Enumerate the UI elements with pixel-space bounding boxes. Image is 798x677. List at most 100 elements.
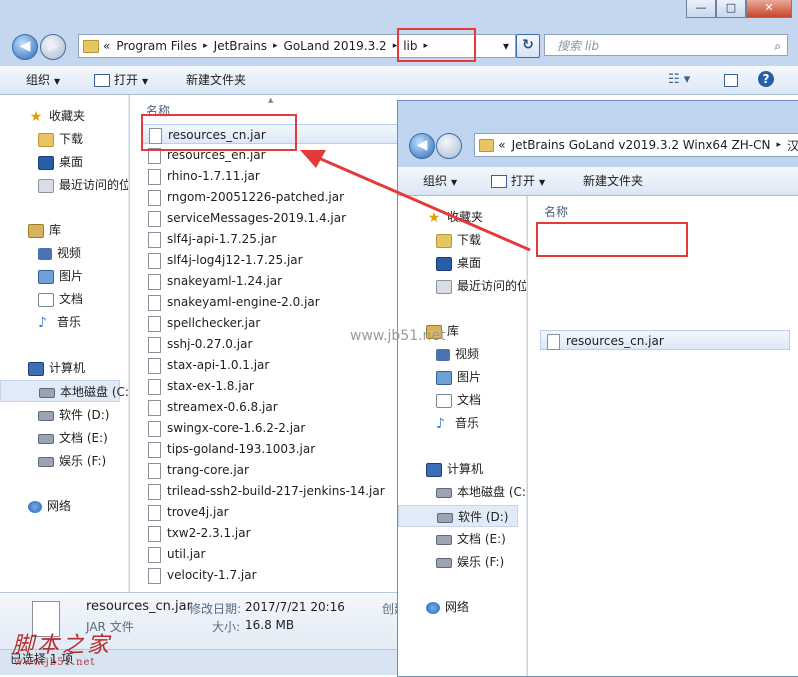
nav-item[interactable]: 下载: [398, 229, 526, 251]
nav-item[interactable]: ♪ 音乐: [0, 311, 128, 333]
file-row[interactable]: velocity-1.7.jar: [142, 565, 404, 585]
column-header-name[interactable]: 名称: [544, 203, 568, 220]
file-row[interactable]: trilead-ssh2-build-217-jenkins-14.jar: [142, 481, 404, 501]
file-row[interactable]: trove4j.jar: [142, 502, 404, 522]
maximize-button[interactable]: □: [716, 0, 746, 18]
file-row[interactable]: streamex-0.6.8.jar: [142, 397, 404, 417]
nav-item[interactable]: 本地磁盘 (C:: [0, 380, 128, 402]
dropdown-arrow-icon: ▼: [54, 77, 61, 86]
file-icon: [148, 504, 161, 521]
file-row[interactable]: rhino-1.7.11.jar: [142, 166, 404, 186]
nav-item[interactable]: 计算机: [398, 458, 526, 480]
nav-item[interactable]: 图片: [0, 265, 128, 287]
lib-icon: [28, 223, 44, 238]
nav-item[interactable]: 网络: [398, 596, 526, 618]
nav-item[interactable]: 软件 (D:): [0, 404, 128, 426]
nav-item[interactable]: 图片: [398, 366, 526, 388]
nav-item[interactable]: 最近访问的位: [0, 174, 128, 196]
nav-item[interactable]: 下载: [0, 128, 128, 150]
window-controls: — □ ✕: [686, 0, 792, 18]
forward-button[interactable]: [436, 133, 462, 159]
address-bar[interactable]: « JetBrains GoLand v2019.3.2 Winx64 ZH-C…: [474, 133, 798, 157]
nav-item[interactable]: 桌面: [0, 151, 128, 173]
nav-item-label: 下载: [457, 233, 482, 247]
crumb-goland[interactable]: GoLand 2019.3.2: [284, 39, 387, 53]
nav-item[interactable]: ★ 收藏夹: [398, 206, 526, 228]
nav-item[interactable]: 文档: [398, 389, 526, 411]
organize-button[interactable]: 组织 ▼: [26, 66, 60, 96]
new-folder-button[interactable]: 新建文件夹: [186, 66, 246, 94]
crumb-program-files[interactable]: Program Files: [116, 39, 197, 53]
search-input[interactable]: 搜索 lib ⌕: [544, 34, 788, 56]
nav-item[interactable]: 本地磁盘 (C:: [398, 481, 526, 503]
address-dropdown-icon[interactable]: ▾: [503, 39, 509, 53]
file-row[interactable]: txw2-2.3.1.jar: [142, 523, 404, 543]
organize-button[interactable]: 组织 ▼: [423, 167, 457, 197]
file-name: rhino-1.7.11.jar: [167, 169, 260, 183]
file-row[interactable]: snakeyaml-engine-2.0.jar: [142, 292, 404, 312]
file-row[interactable]: stax-ex-1.8.jar: [142, 376, 404, 396]
file-row[interactable]: rngom-20051226-patched.jar: [142, 187, 404, 207]
file-row[interactable]: serviceMessages-2019.1.4.jar: [142, 208, 404, 228]
crumb-jetbrains[interactable]: JetBrains: [214, 39, 267, 53]
nav-item[interactable]: 文档 (E:): [398, 528, 526, 550]
back-button[interactable]: ◀: [409, 133, 435, 159]
file-name: snakeyaml-1.24.jar: [167, 274, 283, 288]
crumb-separator[interactable]: ▸: [273, 41, 278, 51]
refresh-button[interactable]: ↻: [516, 34, 540, 58]
file-row[interactable]: tips-goland-193.1003.jar: [142, 439, 404, 459]
forward-button[interactable]: ▶: [40, 34, 66, 60]
preview-pane-icon[interactable]: [724, 66, 742, 94]
file-row[interactable]: swingx-core-1.6.2-2.jar: [142, 418, 404, 438]
file-row[interactable]: resources_cn.jar: [540, 330, 790, 350]
crumb-cut-off[interactable]: 汉: [787, 137, 798, 154]
nav-item[interactable]: 视频: [398, 343, 526, 365]
nav-item[interactable]: 娱乐 (F:): [0, 450, 128, 472]
nav-item[interactable]: 最近访问的位: [398, 275, 526, 297]
nav-item-label: 音乐: [455, 416, 480, 430]
file-icon: [148, 399, 161, 416]
file-row[interactable]: stax-api-1.0.1.jar: [142, 355, 404, 375]
file-name: slf4j-log4j12-1.7.25.jar: [167, 253, 303, 267]
crumb-separator[interactable]: ▸: [203, 41, 208, 51]
nav-item-label: 音乐: [57, 315, 82, 329]
file-name: serviceMessages-2019.1.4.jar: [167, 211, 347, 225]
file-row[interactable]: slf4j-api-1.7.25.jar: [142, 229, 404, 249]
back-button[interactable]: ◀: [12, 34, 38, 60]
file-icon: [148, 231, 161, 248]
nav-item-label: 计算机: [49, 361, 86, 375]
nav-item[interactable]: 软件 (D:): [398, 505, 518, 527]
address-overflow[interactable]: «: [498, 138, 505, 152]
file-name: velocity-1.7.jar: [167, 568, 257, 582]
minimize-button[interactable]: —: [686, 0, 716, 18]
file-icon: [148, 336, 161, 353]
nav-item[interactable]: 文档: [0, 288, 128, 310]
file-row[interactable]: trang-core.jar: [142, 460, 404, 480]
pc-icon: [426, 462, 442, 477]
address-overflow[interactable]: «: [103, 39, 110, 53]
nav-item[interactable]: 桌面: [398, 252, 526, 274]
nav-item[interactable]: 计算机: [0, 357, 128, 379]
nav-item[interactable]: ♪ 音乐: [398, 412, 526, 434]
file-name: trove4j.jar: [167, 505, 229, 519]
help-icon[interactable]: ?: [758, 71, 774, 87]
file-row[interactable]: util.jar: [142, 544, 404, 564]
close-button[interactable]: ✕: [746, 0, 792, 18]
file-row[interactable]: snakeyaml-1.24.jar: [142, 271, 404, 291]
crumb-separator[interactable]: ▸: [776, 140, 781, 150]
nav-item[interactable]: ★ 收藏夹: [0, 105, 128, 127]
nav-item[interactable]: 网络: [0, 495, 128, 517]
nav-item[interactable]: 库: [0, 219, 128, 241]
open-button[interactable]: 打开 ▼: [491, 167, 545, 197]
crumb-goland-zh[interactable]: JetBrains GoLand v2019.3.2 Winx64 ZH-CN: [512, 138, 771, 152]
nav-item[interactable]: 文档 (E:): [0, 427, 128, 449]
nav-item[interactable]: 视频: [0, 242, 128, 264]
nav-item[interactable]: 娱乐 (F:): [398, 551, 526, 573]
file-icon: [148, 567, 161, 584]
file-name: sshj-0.27.0.jar: [167, 337, 253, 351]
new-folder-button[interactable]: 新建文件夹: [583, 167, 643, 195]
file-row[interactable]: slf4j-log4j12-1.7.25.jar: [142, 250, 404, 270]
file-icon: [547, 333, 560, 350]
open-button[interactable]: 打开 ▼: [94, 66, 148, 96]
view-options-icon[interactable]: ☷ ▾: [668, 66, 690, 94]
